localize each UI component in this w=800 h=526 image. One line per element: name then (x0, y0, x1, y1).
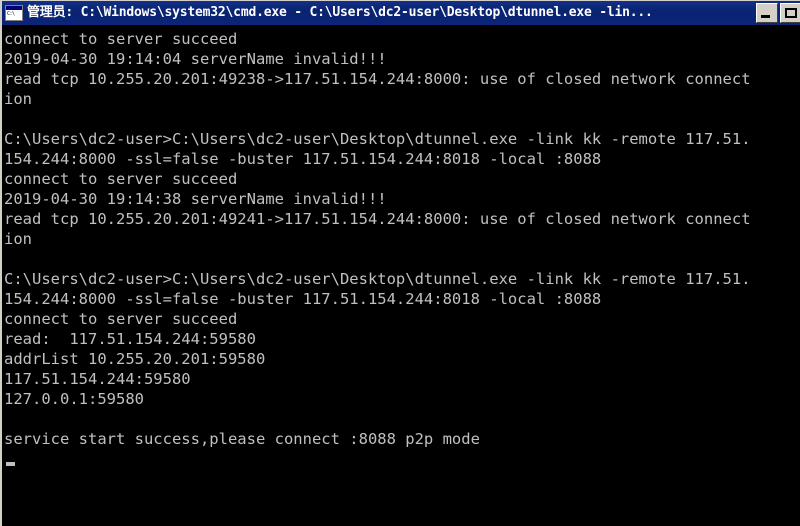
text-cursor (6, 462, 15, 466)
console-line: C:\Users\dc2-user>C:\Users\dc2-user\Desk… (4, 130, 751, 148)
title-bar[interactable]: C:\ 管理员: C:\Windows\system32\cmd.exe - C… (2, 1, 800, 25)
console-line: ion (4, 230, 32, 248)
console-line: 2019-04-30 19:14:04 serverName invalid!!… (4, 50, 387, 68)
console-line: 154.244:8000 -ssl=false -buster 117.51.1… (4, 150, 602, 168)
console-line: connect to server succeed (4, 30, 238, 48)
console-line: 127.0.0.1:59580 (4, 390, 144, 408)
console-line: read: 117.51.154.244:59580 (4, 330, 256, 348)
cmd-icon-label: C:\ (7, 11, 15, 17)
console-line: addrList 10.255.20.201:59580 (4, 350, 266, 368)
console-line: C:\Users\dc2-user>C:\Users\dc2-user\Desk… (4, 270, 751, 288)
console-line: 154.244:8000 -ssl=false -buster 117.51.1… (4, 290, 602, 308)
maximize-button[interactable] (780, 3, 800, 23)
console-line: read tcp 10.255.20.201:49241->117.51.154… (4, 210, 751, 228)
console-line: connect to server succeed (4, 310, 238, 328)
console-line: 2019-04-30 19:14:38 serverName invalid!!… (4, 190, 387, 208)
console-line: read tcp 10.255.20.201:49238->117.51.154… (4, 70, 751, 88)
console-window: C:\ 管理员: C:\Windows\system32\cmd.exe - C… (0, 0, 800, 526)
console-text-buffer: connect to server succeed 2019-04-30 19:1… (2, 29, 800, 469)
cmd-console-icon[interactable]: C:\ (5, 5, 23, 21)
console-line: ion (4, 90, 32, 108)
window-controls (756, 3, 800, 23)
console-output-area[interactable]: connect to server succeed 2019-04-30 19:1… (2, 25, 800, 526)
console-line: connect to server succeed (4, 170, 238, 188)
console-line: service start success,please connect :80… (4, 430, 480, 448)
window-title: 管理员: C:\Windows\system32\cmd.exe - C:\Us… (27, 5, 653, 20)
minimize-button[interactable] (756, 3, 778, 23)
console-line: 117.51.154.244:59580 (4, 370, 191, 388)
maximize-icon (785, 8, 797, 18)
minimize-icon (761, 15, 770, 18)
console-cursor-line (2, 449, 800, 469)
